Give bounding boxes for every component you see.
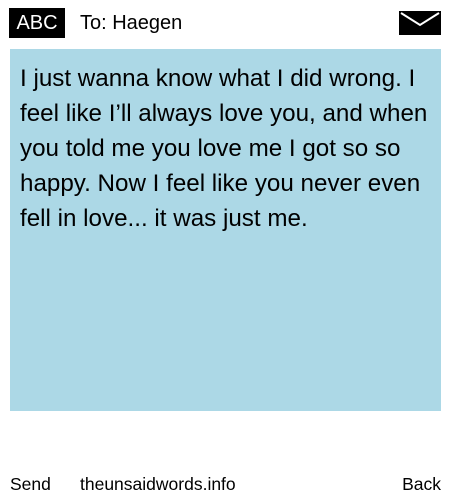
send-button[interactable]: Send — [10, 470, 51, 498]
envelope-icon — [399, 11, 441, 35]
recipient-field[interactable]: To: Haegen — [80, 8, 182, 38]
message-body-panel[interactable]: I just wanna know what I did wrong. I fe… — [10, 49, 441, 411]
input-mode-indicator[interactable]: ABC — [9, 8, 65, 38]
softkey-bar: Send theunsaidwords.info Back — [0, 470, 450, 498]
back-button[interactable]: Back — [402, 470, 441, 498]
message-header: ABC To: Haegen — [0, 0, 450, 46]
message-text[interactable]: I just wanna know what I did wrong. I fe… — [20, 61, 431, 236]
site-label: theunsaidwords.info — [80, 474, 236, 494]
